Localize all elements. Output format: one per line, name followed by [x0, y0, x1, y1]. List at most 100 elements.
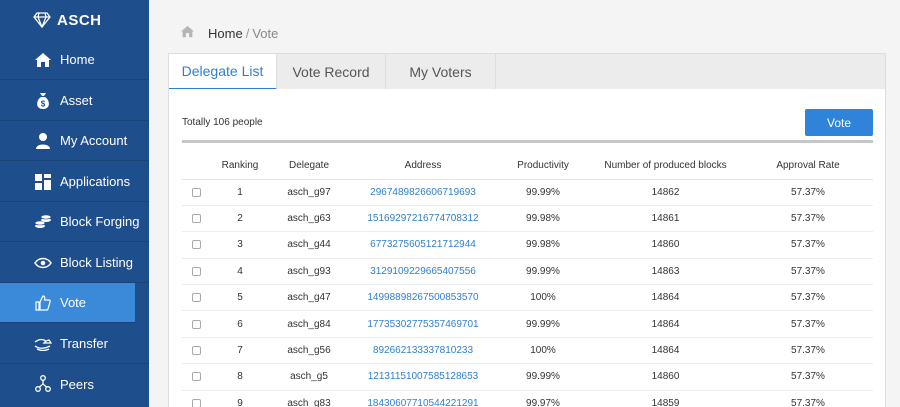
- cell-ranking: 8: [210, 363, 270, 391]
- cell-ranking: 7: [210, 337, 270, 365]
- cell-produced-blocks: 14859: [588, 390, 743, 407]
- cell-approval-rate: 57.37%: [743, 337, 873, 365]
- sidebar-item-asset[interactable]: $ Asset: [0, 81, 149, 121]
- table-header-row: Ranking Delegate Address Productivity Nu…: [182, 153, 873, 180]
- table-row: 6 asch_g84 17735302775357469701 99.99% 14864…: [182, 310, 873, 338]
- sidebar-item-label: Home: [60, 52, 95, 67]
- cell-address[interactable]: 17735302775357469701: [348, 310, 498, 338]
- sidebar-item-label: Applications: [60, 174, 131, 189]
- cell-produced-blocks: 14860: [588, 363, 743, 391]
- select-checkbox[interactable]: [191, 398, 201, 407]
- tab-vote-record[interactable]: Vote Record: [277, 54, 386, 90]
- cell-ranking: 1: [210, 179, 270, 206]
- cell-delegate: asch_g93: [270, 258, 348, 286]
- user-icon: [32, 130, 54, 152]
- sidebar-item-label: Transfer: [60, 336, 108, 351]
- sidebar-item-applications[interactable]: Applications: [0, 162, 149, 202]
- breadcrumb-current: Vote: [252, 25, 279, 41]
- table-row: 3 asch_g44 6773275605121712944 99.98% 14860 5…: [182, 231, 873, 259]
- select-checkbox[interactable]: [191, 345, 201, 355]
- sidebar-item-label: Block Forging: [60, 214, 140, 229]
- select-checkbox[interactable]: [191, 372, 201, 382]
- sidebar-item-my-account[interactable]: My Account: [0, 121, 149, 161]
- home-icon: [32, 49, 54, 71]
- cell-address[interactable]: 6773275605121712944: [348, 231, 498, 259]
- select-cell: [182, 390, 210, 407]
- transfer-icon: [32, 333, 54, 355]
- cell-ranking: 6: [210, 310, 270, 338]
- sidebar-item-block-forging[interactable]: Block Forging: [0, 202, 149, 242]
- sidebar: ASCH Home $ Asset My Account Application…: [0, 0, 149, 407]
- cell-productivity: 99.99%: [498, 363, 588, 391]
- cell-productivity: 99.99%: [498, 179, 588, 206]
- cell-productivity: 99.97%: [498, 390, 588, 407]
- cell-productivity: 99.98%: [498, 231, 588, 259]
- cell-produced-blocks: 14863: [588, 258, 743, 286]
- sidebar-item-peers[interactable]: Peers: [0, 364, 149, 404]
- select-cell: [182, 284, 210, 312]
- table-row: 5 asch_g47 14998898267500853570 100% 14864 57…: [182, 284, 873, 312]
- app-logo[interactable]: ASCH: [0, 0, 149, 40]
- table-row: 2 asch_g63 15169297216774708312 99.98% 14861…: [182, 205, 873, 233]
- cell-ranking: 9: [210, 390, 270, 407]
- cell-address[interactable]: 3129109229665407556: [348, 258, 498, 286]
- tab-delegate-list[interactable]: Delegate List: [169, 54, 277, 90]
- cell-produced-blocks: 14864: [588, 310, 743, 338]
- sidebar-item-vote[interactable]: Vote: [0, 283, 135, 323]
- svg-text:$: $: [41, 99, 46, 108]
- cell-delegate: asch_g47: [270, 284, 348, 312]
- cell-productivity: 99.99%: [498, 310, 588, 338]
- cell-productivity: 100%: [498, 284, 588, 312]
- cell-delegate: asch_g56: [270, 337, 348, 365]
- cell-address[interactable]: 15169297216774708312: [348, 205, 498, 233]
- cell-productivity: 99.99%: [498, 258, 588, 286]
- header-produced-blocks: Number of produced blocks: [588, 153, 743, 180]
- cell-address[interactable]: 12131151007585128653: [348, 363, 498, 391]
- select-checkbox[interactable]: [191, 266, 201, 276]
- breadcrumb-home[interactable]: Home: [208, 26, 243, 41]
- cell-productivity: 99.98%: [498, 205, 588, 233]
- cell-approval-rate: 57.37%: [743, 205, 873, 233]
- cell-delegate: asch_g83: [270, 390, 348, 407]
- select-checkbox[interactable]: [191, 293, 201, 303]
- cell-ranking: 3: [210, 231, 270, 259]
- app-name: ASCH: [57, 11, 102, 29]
- cell-produced-blocks: 14862: [588, 179, 743, 206]
- cell-address[interactable]: 18430607710544221291: [348, 390, 498, 407]
- table-row: 8 asch_g5 12131151007585128653 99.99% 14860 5…: [182, 363, 873, 391]
- cell-approval-rate: 57.37%: [743, 179, 873, 206]
- select-checkbox[interactable]: [191, 213, 201, 223]
- cell-approval-rate: 57.37%: [743, 310, 873, 338]
- cell-produced-blocks: 14860: [588, 231, 743, 259]
- cell-productivity: 100%: [498, 337, 588, 365]
- network-icon: [32, 373, 54, 395]
- header-productivity: Productivity: [498, 153, 588, 180]
- delegate-table: Ranking Delegate Address Productivity Nu…: [182, 153, 873, 407]
- header-ranking: Ranking: [210, 153, 270, 180]
- sidebar-item-block-listing[interactable]: Block Listing: [0, 243, 149, 283]
- header-approval-rate: Approval Rate: [743, 153, 873, 180]
- breadcrumb: Home / Vote: [180, 25, 278, 41]
- sidebar-item-transfer[interactable]: Transfer: [0, 324, 149, 364]
- sidebar-item-home[interactable]: Home: [0, 40, 149, 80]
- vote-button[interactable]: Vote: [805, 109, 873, 136]
- home-icon[interactable]: [180, 25, 195, 41]
- sidebar-item-label: Vote: [60, 295, 87, 310]
- eye-icon: [32, 252, 54, 274]
- select-checkbox[interactable]: [191, 187, 201, 197]
- table-row: 1 asch_g97 2967489826606719693 99.99% 14862 5…: [182, 179, 873, 206]
- cell-delegate: asch_g84: [270, 310, 348, 338]
- select-cell: [182, 231, 210, 259]
- select-cell: [182, 205, 210, 233]
- sidebar-item-label: Block Listing: [60, 255, 133, 270]
- tab-my-voters[interactable]: My Voters: [386, 54, 496, 90]
- cell-address[interactable]: 14998898267500853570: [348, 284, 498, 312]
- select-checkbox[interactable]: [191, 240, 201, 250]
- cell-delegate: asch_g44: [270, 231, 348, 259]
- diamond-icon: [33, 12, 51, 28]
- select-checkbox[interactable]: [191, 319, 201, 329]
- cell-address[interactable]: 892662133337810233: [348, 337, 498, 365]
- coins-icon: [32, 211, 54, 233]
- cell-address[interactable]: 2967489826606719693: [348, 179, 498, 206]
- select-cell: [182, 258, 210, 286]
